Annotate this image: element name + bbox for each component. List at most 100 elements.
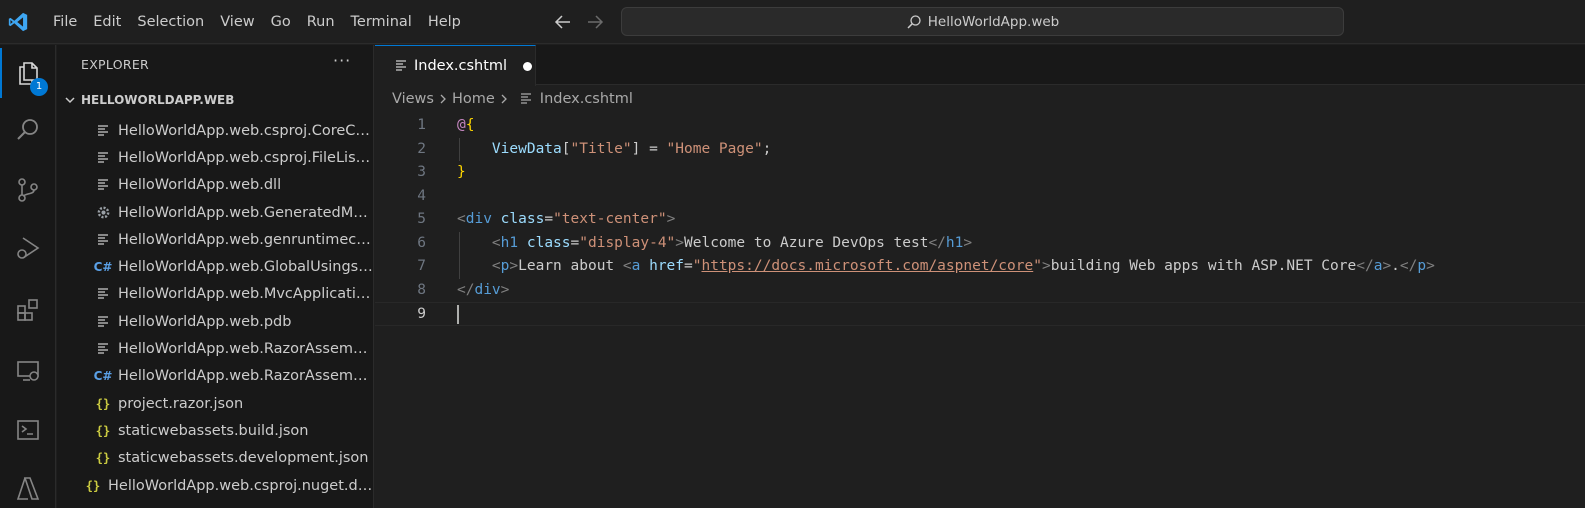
code-text: @{ [457, 117, 475, 133]
file-item[interactable]: HelloWorldApp.web.GeneratedMSBuildEditor… [57, 199, 374, 226]
explorer-sidebar: EXPLORER ··· HELLOWORLDAPP.WEB HelloWorl… [57, 45, 374, 508]
extensions-activity[interactable] [0, 285, 56, 335]
line-number: 2 [417, 140, 426, 157]
file-item[interactable]: HelloWorldApp.web.MvcApplicationPartsAss… [57, 281, 374, 308]
code-line[interactable]: 8 </div> [375, 279, 1585, 303]
line-number: 5 [417, 211, 426, 227]
file-item[interactable]: HelloWorldApp.web.pdb [57, 308, 374, 335]
code-text: } [457, 164, 466, 180]
file-name: HelloWorldApp.web.genruntimeconfig.cache [118, 231, 374, 248]
menu-go[interactable]: Go [263, 0, 299, 44]
editor-tab-bar: Index.cshtml [375, 45, 1585, 86]
text-cursor [457, 304, 459, 324]
menu-help[interactable]: Help [420, 0, 469, 44]
code-text: ViewData["Title"] = "Home Page"; [491, 140, 772, 157]
editor-area: Index.cshtml Views Home Index.cshtml 1 @{… [375, 45, 1585, 508]
file-name: HelloWorldApp.web.RazorAssemblyInfo.cach… [118, 341, 374, 358]
code-line[interactable]: 3} [375, 161, 1585, 185]
code-text: <div class="text-center"> [457, 211, 676, 227]
file-item[interactable]: C# HelloWorldApp.web.RazorAssemblyInfo.cs [57, 363, 374, 390]
file-tree: HelloWorldApp.web.csproj.CoreCompileInpu… [57, 117, 374, 499]
code-line[interactable]: 6 <h1 class="display-4">Welcome to Azure… [375, 231, 1585, 255]
folder-section-header[interactable]: HELLOWORLDAPP.WEB [57, 89, 374, 111]
source-control-activity[interactable] [0, 165, 56, 215]
menu-edit[interactable]: Edit [85, 0, 129, 44]
breadcrumb-item-views[interactable]: Views [392, 91, 434, 107]
breadcrumb-item-file[interactable]: Index.cshtml [540, 91, 633, 107]
unsaved-changes-dot[interactable] [523, 61, 533, 71]
search-activity[interactable] [0, 105, 56, 155]
file-item[interactable]: HelloWorldApp.web.RazorAssemblyInfo.cach… [57, 335, 374, 362]
remote-explorer-activity[interactable] [0, 346, 56, 396]
line-number: 8 [417, 281, 426, 298]
azure-icon [16, 477, 40, 500]
file-item[interactable]: HelloWorldApp.web.csproj.FileListAbsolut… [57, 144, 374, 171]
menu-selection[interactable]: Selection [129, 0, 212, 44]
file-name: project.razor.json [118, 395, 244, 412]
chevron-right-icon [501, 94, 507, 104]
file-name: staticwebassets.build.json [118, 422, 309, 439]
code-line[interactable]: 4 [375, 185, 1585, 209]
code-text [457, 303, 459, 327]
terminal-icon [17, 420, 39, 440]
file-lines-icon [95, 286, 111, 302]
title-bar: File Edit Selection View Go Run Terminal… [0, 0, 1585, 44]
file-lines-icon [95, 341, 111, 357]
menu-view[interactable]: View [212, 0, 262, 44]
file-name: HelloWorldApp.web.csproj.CoreCompileInpu… [118, 122, 374, 139]
file-item[interactable]: {} staticwebassets.development.json [57, 445, 374, 472]
file-item[interactable]: {} staticwebassets.build.json [57, 417, 374, 444]
code-line[interactable]: 1 @{ [375, 114, 1585, 138]
file-name: HelloWorldApp.web.csproj.FileListAbsolut… [118, 149, 374, 166]
code-text: <p>Learn about <a href="https://docs.mic… [491, 258, 1435, 274]
file-item[interactable]: {} project.razor.json [57, 390, 374, 417]
explorer-title: EXPLORER [81, 57, 150, 72]
file-item[interactable]: C# HelloWorldApp.web.GlobalUsings.g.cs [57, 253, 374, 280]
navigation-arrows [552, 12, 606, 32]
more-actions-icon[interactable]: ··· [333, 51, 351, 70]
code-line[interactable]: 9 [375, 302, 1585, 326]
file-name: HelloWorldApp.web.csproj.nuget.dgspec.js… [108, 477, 374, 494]
file-name: HelloWorldApp.web.pdb [118, 313, 292, 330]
file-lines-icon [520, 93, 531, 104]
file-lines-icon [95, 232, 111, 248]
code-editor[interactable]: 1 @{2 ViewData["Title"] = "Home Page"; 3} 4… [375, 114, 1585, 326]
file-name: HelloWorldApp.web.GlobalUsings.g.cs [118, 259, 374, 276]
gear-icon [95, 205, 111, 221]
file-name: HelloWorldApp.web.dll [118, 177, 282, 194]
line-number: 7 [417, 258, 426, 274]
back-arrow-icon[interactable] [552, 12, 574, 32]
code-line[interactable]: 5 <div class="text-center"> [375, 208, 1585, 232]
explorer-badge: 1 [30, 78, 48, 96]
menu-terminal[interactable]: Terminal [343, 0, 420, 44]
terminal-activity[interactable] [0, 405, 56, 455]
menu-run[interactable]: Run [299, 0, 343, 44]
json-icon: {} [95, 451, 111, 466]
file-item[interactable]: HelloWorldApp.web.csproj.CoreCompileInpu… [57, 117, 374, 144]
activity-bar: 1 [0, 45, 56, 508]
file-item[interactable]: HelloWorldApp.web.genruntimeconfig.cache [57, 226, 374, 253]
file-item[interactable]: HelloWorldApp.web.dll [57, 172, 374, 199]
search-icon [17, 119, 38, 140]
file-item[interactable]: {} HelloWorldApp.web.csproj.nuget.dgspec.… [57, 472, 374, 499]
command-center-search[interactable]: HelloWorldApp.web [621, 7, 1344, 36]
json-icon: {} [95, 423, 111, 438]
file-name: HelloWorldApp.web.GeneratedMSBuildEditor… [118, 204, 374, 221]
line-number: 1 [417, 117, 426, 133]
breadcrumb-item-home[interactable]: Home [452, 91, 495, 107]
explorer-activity[interactable]: 1 [0, 48, 56, 98]
run-debug-activity[interactable] [0, 223, 56, 273]
vscode-logo-icon[interactable] [7, 11, 29, 33]
line-number: 4 [417, 187, 426, 204]
code-line[interactable]: 2 ViewData["Title"] = "Home Page"; [375, 137, 1585, 161]
file-lines-icon [95, 150, 111, 166]
tab-index-cshtml[interactable]: Index.cshtml [375, 45, 536, 86]
file-name: HelloWorldApp.web.MvcApplicationPartsAss… [118, 286, 374, 303]
file-lines-icon [95, 177, 111, 193]
azure-activity[interactable] [0, 463, 56, 508]
chevron-down-icon [65, 97, 75, 104]
menu-file[interactable]: File [45, 0, 85, 44]
code-line[interactable]: 7 <p>Learn about <a href="https://docs.m… [375, 255, 1585, 279]
forward-arrow-icon[interactable] [584, 12, 606, 32]
run-debug-icon [17, 237, 40, 259]
